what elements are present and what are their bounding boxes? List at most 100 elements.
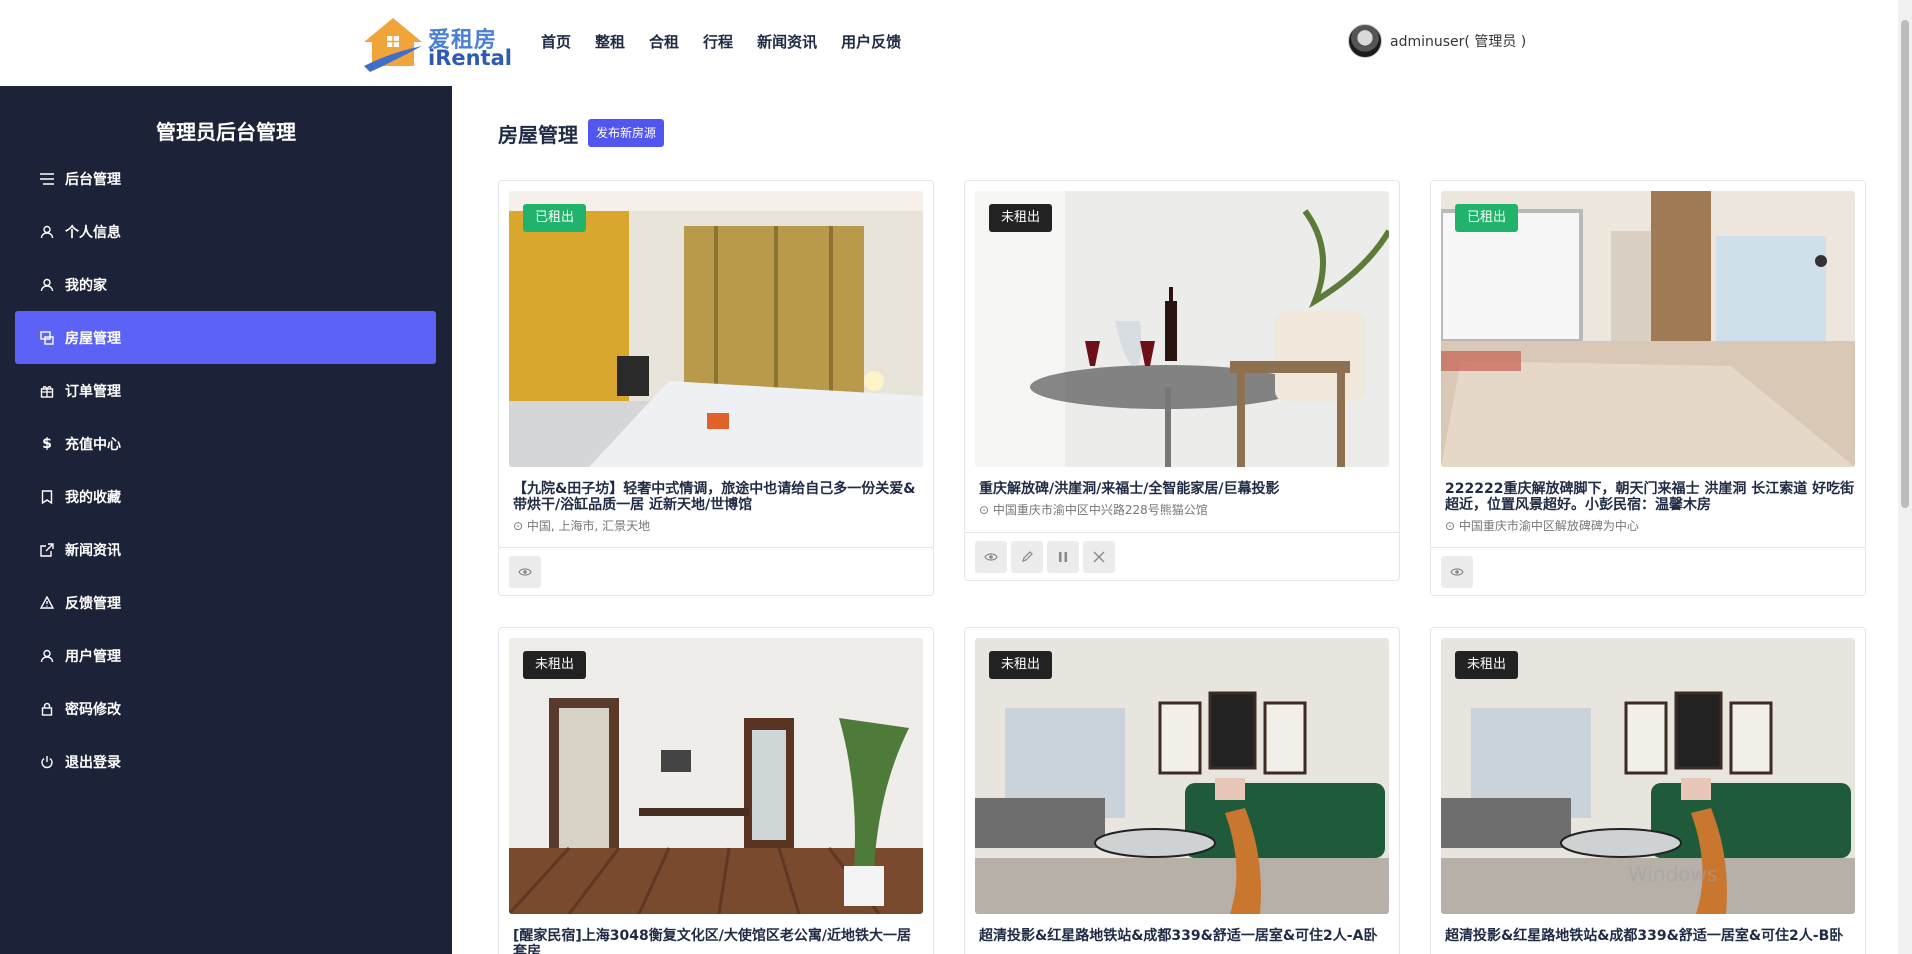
house-photo[interactable]: 未租出 [975,638,1389,914]
sidebar-item-favorites[interactable]: 我的收藏 [15,470,436,523]
nav-trips[interactable]: 行程 [703,31,733,52]
list-icon [39,171,55,187]
eye-icon [984,553,998,561]
nav-news[interactable]: 新闻资讯 [757,31,817,52]
view-button[interactable] [509,556,541,588]
location-pin-icon: ⊙ [979,503,990,517]
house-card: 未租出 [醒家民宿]上海3048衡复文化区/大使馆区老公寓/近地铁大一居套房 [498,627,934,954]
house-location: ⊙ 中国重庆市渝中区中兴路228号熊猫公馆 [979,501,1208,518]
main-nav: 首页 整租 合租 行程 新闻资讯 用户反馈 [541,31,925,52]
sidebar-item-profile[interactable]: 个人信息 [15,205,436,258]
sidebar-item-label: 后台管理 [65,171,121,188]
view-button[interactable] [975,541,1007,573]
windows-activation-watermark: Windows [1628,862,1718,886]
sidebar-item-dashboard[interactable]: 后台管理 [15,152,436,205]
house-photo[interactable]: 已租出 [1441,191,1855,467]
sidebar-item-label: 退出登录 [65,754,121,771]
status-badge: 已租出 [523,204,587,232]
sidebar-item-feedback[interactable]: 反馈管理 [15,576,436,629]
house-photo[interactable]: 未租出 [509,638,923,914]
view-button[interactable] [1441,556,1473,588]
copy-icon [39,330,55,346]
status-badge: 未租出 [523,651,587,679]
status-badge: 未租出 [989,204,1053,232]
sidebar-item-users[interactable]: 用户管理 [15,629,436,682]
nav-whole-rent[interactable]: 整租 [595,31,625,52]
pause-icon [1059,552,1067,562]
card-actions [499,547,933,595]
house-title[interactable]: 重庆解放碑/洪崖洞/来福士/全智能家居/巨幕投影 [979,481,1389,497]
site-logo[interactable]: 爱租房 iRental [362,16,512,72]
close-icon [1093,551,1105,563]
sidebar-item-recharge[interactable]: $ 充值中心 [15,417,436,470]
sidebar-item-my-home[interactable]: 我的家 [15,258,436,311]
sidebar-item-label: 充值中心 [65,436,121,453]
sidebar-item-label: 反馈管理 [65,595,121,612]
house-location: ⊙ 中国, 上海市, 汇景天地 [513,517,650,534]
house-photo[interactable]: 未租出 [975,191,1389,467]
sidebar-item-logout[interactable]: 退出登录 [15,735,436,788]
status-badge: 未租出 [989,651,1053,679]
sidebar-item-label: 用户管理 [65,648,121,665]
sidebar-item-label: 订单管理 [65,383,121,400]
eye-icon [1450,568,1464,576]
sidebar-menu: 后台管理 个人信息 我的家 房屋管理 订单管理 $ 充值中心 我的收藏 新闻资讯 [15,152,436,788]
card-actions [965,532,1399,580]
nav-shared-rent[interactable]: 合租 [649,31,679,52]
house-title[interactable]: 超清投影&红星路地铁站&成都339&舒适一居室&可住2人-A卧 [979,928,1389,944]
logo-text-en: iRental [428,46,512,70]
house-title[interactable]: [醒家民宿]上海3048衡复文化区/大使馆区老公寓/近地铁大一居套房 [513,928,923,954]
sidebar-item-news[interactable]: 新闻资讯 [15,523,436,576]
main-content: 房屋管理 发布新房源 已租出 【九院&田子坊】轻奢中式情调，旅途中也请给自己多一… [452,86,1898,954]
location-pin-icon: ⊙ [1445,519,1456,533]
gift-icon [39,383,55,399]
external-link-icon [39,542,55,558]
page-scrollbar[interactable] [1898,0,1912,954]
sidebar-item-label: 新闻资讯 [65,542,121,559]
nav-home[interactable]: 首页 [541,31,571,52]
status-badge: 已租出 [1455,204,1519,232]
sidebar-item-orders[interactable]: 订单管理 [15,364,436,417]
house-card: 已租出 【九院&田子坊】轻奢中式情调，旅途中也请给自己多一份关爱&带烘干/浴缸品… [498,180,934,596]
user-icon [39,648,55,664]
pencil-icon [1022,551,1033,562]
lock-icon [39,701,55,717]
sidebar-item-label: 我的家 [65,277,107,294]
avatar[interactable] [1348,24,1382,58]
status-badge: 未租出 [1455,651,1519,679]
user-name[interactable]: adminuser( 管理员 ) [1390,31,1526,51]
house-title[interactable]: 222222重庆解放碑脚下，朝天门来福士 洪崖洞 长江索道 好吃街超近，位置风景… [1445,481,1855,513]
sidebar-item-label: 房屋管理 [65,330,121,347]
sidebar-item-label: 密码修改 [65,701,121,718]
pause-button[interactable] [1047,541,1079,573]
scrollbar-thumb[interactable] [1901,20,1909,508]
edit-button[interactable] [1011,541,1043,573]
top-navbar: 爱租房 iRental 首页 整租 合租 行程 新闻资讯 用户反馈 adminu… [0,0,1912,86]
user-icon [39,277,55,293]
warning-icon [39,595,55,611]
house-card: 未租出 重庆解放碑/洪崖洞/来福士/全智能家居/巨幕投影 ⊙ 中国重庆市渝中区中… [964,180,1400,581]
nav-feedback[interactable]: 用户反馈 [841,31,901,52]
dollar-icon: $ [42,435,52,452]
sidebar-item-label: 我的收藏 [65,489,121,506]
bookmark-icon [39,489,55,505]
house-title[interactable]: 超清投影&红星路地铁站&成都339&舒适一居室&可住2人-B卧 [1445,928,1855,944]
house-location-text: 中国, 上海市, 汇景天地 [526,519,651,533]
house-location: ⊙ 中国重庆市渝中区解放碑碑为中心 [1445,517,1639,534]
sidebar-item-password[interactable]: 密码修改 [15,682,436,735]
house-card: 未租出 超清投影&红星路地铁站&成都339&舒适一居室&可住2人-A卧 [964,627,1400,954]
user-menu[interactable]: adminuser( 管理员 ) [1348,24,1526,58]
house-title[interactable]: 【九院&田子坊】轻奢中式情调，旅途中也请给自己多一份关爱&带烘干/浴缸品质一居 … [513,481,923,513]
sidebar: 管理员后台管理 后台管理 个人信息 我的家 房屋管理 订单管理 $ 充值中心 我… [0,86,452,954]
house-location-text: 中国重庆市渝中区中兴路228号熊猫公馆 [992,503,1208,517]
user-icon [39,224,55,240]
house-location-text: 中国重庆市渝中区解放碑碑为中心 [1458,519,1639,533]
sidebar-item-house-management[interactable]: 房屋管理 [15,311,436,364]
house-card: 已租出 222222重庆解放碑脚下，朝天门来福士 洪崖洞 长江索道 好吃街超近，… [1430,180,1866,596]
location-pin-icon: ⊙ [513,519,524,533]
house-photo[interactable]: 已租出 [509,191,923,467]
card-actions [1431,547,1865,595]
power-icon [39,754,55,770]
delete-button[interactable] [1083,541,1115,573]
publish-house-button[interactable]: 发布新房源 [588,119,665,147]
